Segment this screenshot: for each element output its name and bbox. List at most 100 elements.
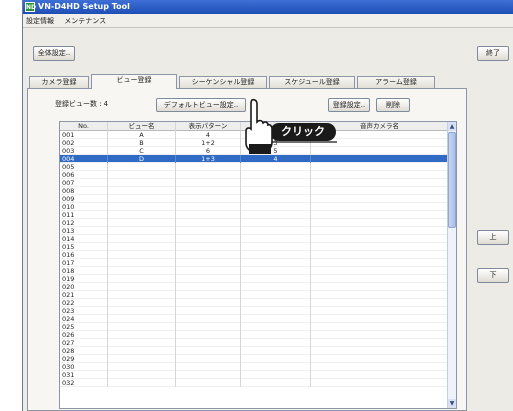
table-row[interactable]: 012: [60, 219, 449, 227]
scroll-thumb[interactable]: [448, 132, 456, 228]
table-row[interactable]: 019: [60, 275, 449, 283]
title-bar: ND VN-D4HD Setup Tool: [23, 0, 513, 14]
cell-audio-camera: [311, 299, 449, 307]
table-row[interactable]: 032: [60, 379, 449, 387]
cell-extra: [241, 339, 311, 347]
table-row[interactable]: 030: [60, 363, 449, 371]
tab-camera-registration[interactable]: カメラ登録: [29, 76, 89, 88]
table-row[interactable]: 017: [60, 259, 449, 267]
cell-display-pattern: [176, 243, 241, 251]
delete-button[interactable]: 削除: [376, 98, 410, 112]
cell-no: 020: [60, 283, 108, 291]
table-row[interactable]: 021: [60, 291, 449, 299]
tab-schedule-registration[interactable]: スケジュール登録: [269, 76, 355, 88]
tab-sequential-registration[interactable]: シーケンシャル登録: [179, 76, 267, 88]
cell-extra: [241, 267, 311, 275]
cell-audio-camera: [311, 163, 449, 171]
cell-audio-camera: [311, 259, 449, 267]
cell-display-pattern: [176, 219, 241, 227]
table-row[interactable]: 009: [60, 195, 449, 203]
cell-no: 012: [60, 219, 108, 227]
column-header-view-name[interactable]: ビュー名: [108, 122, 176, 131]
cell-no: 005: [60, 163, 108, 171]
table-row[interactable]: 015: [60, 243, 449, 251]
cell-no: 032: [60, 379, 108, 387]
app-icon: ND: [25, 2, 37, 12]
cell-extra: [241, 227, 311, 235]
cell-audio-camera: [311, 379, 449, 387]
cell-display-pattern: 4: [176, 131, 241, 139]
cell-audio-camera: [311, 211, 449, 219]
cell-extra: [241, 243, 311, 251]
menu-settings-info[interactable]: 設定情報: [26, 17, 54, 25]
tab-view-registration[interactable]: ビュー登録: [91, 74, 177, 89]
table-row[interactable]: 004 D 1+3 4: [60, 155, 449, 163]
tab-strip: カメラ登録 ビュー登録 シーケンシャル登録 スケジュール登録 アラーム登録: [27, 74, 447, 89]
scroll-up-arrow-icon[interactable]: ▲: [448, 122, 456, 131]
cell-audio-camera: [311, 267, 449, 275]
registered-view-count-label: 登録ビュー数 :: [55, 100, 102, 108]
scroll-down-arrow-icon[interactable]: ▼: [448, 399, 456, 408]
registration-settings-button[interactable]: 登録設定..: [328, 98, 370, 112]
cell-audio-camera: [311, 179, 449, 187]
cell-no: 007: [60, 179, 108, 187]
move-down-button[interactable]: 下: [477, 268, 509, 283]
cell-audio-camera: [311, 227, 449, 235]
cell-display-pattern: [176, 179, 241, 187]
cell-no: 025: [60, 323, 108, 331]
column-header-display-pattern[interactable]: 表示パターン: [176, 122, 241, 131]
cell-extra: [241, 195, 311, 203]
table-row[interactable]: 027: [60, 339, 449, 347]
registered-view-count: 登録ビュー数 :4: [55, 99, 110, 109]
cell-no: 024: [60, 315, 108, 323]
cell-audio-camera: [311, 219, 449, 227]
cell-display-pattern: [176, 171, 241, 179]
cell-no: 003: [60, 147, 108, 155]
cell-audio-camera: [311, 275, 449, 283]
table-row[interactable]: 010: [60, 203, 449, 211]
cell-no: 022: [60, 299, 108, 307]
table-row[interactable]: 031: [60, 371, 449, 379]
table-row[interactable]: 007: [60, 179, 449, 187]
table-row[interactable]: 018: [60, 267, 449, 275]
cell-audio-camera: [311, 315, 449, 323]
table-row[interactable]: 022: [60, 299, 449, 307]
table-row[interactable]: 013: [60, 227, 449, 235]
exit-button[interactable]: 終了: [477, 46, 509, 61]
cell-view-name: [108, 275, 176, 283]
cell-view-name: [108, 379, 176, 387]
table-row[interactable]: 008: [60, 187, 449, 195]
cell-extra: [241, 171, 311, 179]
table-row[interactable]: 028: [60, 347, 449, 355]
menu-maintenance[interactable]: メンテナンス: [64, 17, 106, 25]
table-row[interactable]: 014: [60, 235, 449, 243]
vertical-scrollbar[interactable]: ▲ ▼: [447, 122, 456, 408]
cell-view-name: [108, 307, 176, 315]
cell-display-pattern: [176, 331, 241, 339]
cell-no: 018: [60, 267, 108, 275]
move-up-button[interactable]: 上: [477, 230, 509, 245]
table-row[interactable]: 006: [60, 171, 449, 179]
default-view-settings-button[interactable]: デフォルトビュー設定..: [156, 98, 246, 112]
cell-view-name: [108, 355, 176, 363]
global-settings-button[interactable]: 全体設定..: [33, 46, 75, 61]
cell-audio-camera: [311, 323, 449, 331]
cell-no: 030: [60, 363, 108, 371]
table-row[interactable]: 024: [60, 315, 449, 323]
table-row[interactable]: 026: [60, 331, 449, 339]
cell-no: 028: [60, 347, 108, 355]
cell-audio-camera: [311, 243, 449, 251]
cell-view-name: [108, 299, 176, 307]
table-row[interactable]: 029: [60, 355, 449, 363]
tab-alarm-registration[interactable]: アラーム登録: [357, 76, 435, 88]
cell-extra: [241, 291, 311, 299]
table-row[interactable]: 011: [60, 211, 449, 219]
cell-no: 031: [60, 371, 108, 379]
table-row[interactable]: 016: [60, 251, 449, 259]
window-title: VN-D4HD Setup Tool: [38, 2, 130, 11]
table-row[interactable]: 025: [60, 323, 449, 331]
table-row[interactable]: 023: [60, 307, 449, 315]
column-header-no[interactable]: No.: [60, 122, 108, 131]
table-row[interactable]: 020: [60, 283, 449, 291]
table-row[interactable]: 005: [60, 163, 449, 171]
